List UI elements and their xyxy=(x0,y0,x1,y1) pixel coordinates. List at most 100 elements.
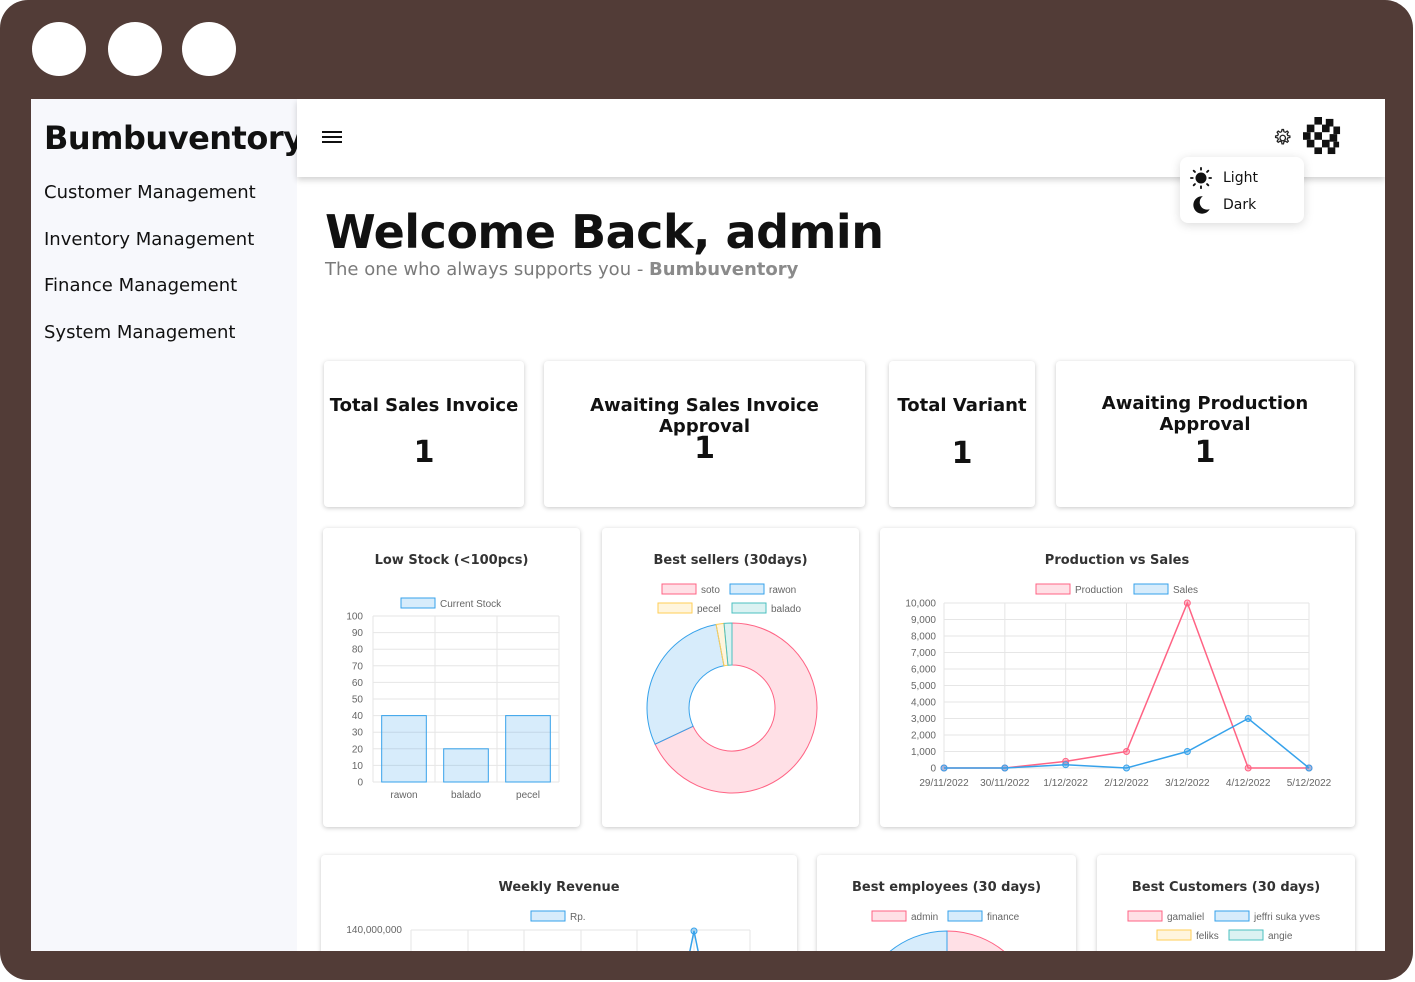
legend-swatch xyxy=(1214,910,1250,922)
legend-label: Current Stock xyxy=(440,599,502,610)
window-control-dot[interactable] xyxy=(108,22,162,76)
window-frame: Bumbuventory Customer Management Invento… xyxy=(0,0,1413,980)
legend-swatch xyxy=(871,910,907,922)
window-control-dot[interactable] xyxy=(32,22,86,76)
stat-card-total-variant: Total Variant 1 xyxy=(889,361,1035,507)
y-tick-label: 9,000 xyxy=(911,615,936,626)
y-tick-label: 70 xyxy=(352,661,364,672)
sidebar-item-customer-management[interactable]: Customer Management xyxy=(44,182,256,203)
x-tick-label: 29/11/2022 xyxy=(919,778,969,789)
stat-value: 1 xyxy=(413,435,435,470)
data-point xyxy=(1183,599,1191,607)
y-tick-label: 7,000 xyxy=(911,648,936,659)
legend-label: angie xyxy=(1268,931,1293,942)
theme-option-label: Dark xyxy=(1223,197,1257,213)
legend-swatch xyxy=(731,602,767,614)
brand-title: Bumbuventory xyxy=(44,119,304,157)
data-point xyxy=(1062,761,1070,769)
chart-card-best-sellers: Best sellers (30days) soto rawon pecel b… xyxy=(602,528,859,827)
stat-title: Awaiting Production Approval xyxy=(1101,393,1309,435)
data-point xyxy=(1001,764,1009,772)
hamburger-icon[interactable] xyxy=(322,131,342,147)
legend-label: balado xyxy=(771,604,801,615)
y-tick-label: 4,000 xyxy=(911,698,936,709)
y-tick-label: 140,000,000 xyxy=(346,925,402,936)
sidebar-item-system-management[interactable]: System Management xyxy=(44,322,235,343)
subtitle-brand: Bumbuventory xyxy=(649,259,799,280)
y-tick-label: 30 xyxy=(352,728,364,739)
data-point xyxy=(1244,715,1252,722)
x-tick-label: 30/11/2022 xyxy=(980,778,1030,789)
subtitle-text: The one who always supports you - xyxy=(325,259,650,280)
y-tick-label: 80 xyxy=(352,645,364,656)
x-tick-label: 2/12/2022 xyxy=(1104,778,1149,789)
donut-slice xyxy=(646,623,725,745)
y-tick-label: 90 xyxy=(352,628,364,639)
legend-label: Production xyxy=(1075,585,1123,596)
chart-title: Production vs Sales xyxy=(1045,553,1190,568)
y-tick-label: 5,000 xyxy=(911,681,936,692)
chart-card-best-customers: Best Customers (30 days) gamaliel jeffri… xyxy=(1097,855,1355,951)
y-tick-label: 6,000 xyxy=(911,665,936,676)
sidebar-item-finance-management[interactable]: Finance Management xyxy=(44,275,237,296)
sidebar-item-inventory-management[interactable]: Inventory Management xyxy=(44,229,254,250)
legend-label: Rp. xyxy=(570,912,586,923)
stat-title: Total Sales Invoice xyxy=(329,395,519,416)
stat-value: 1 xyxy=(951,436,973,471)
chart-card-weekly-revenue: Weekly Revenue Rp. 140,000,000 xyxy=(321,855,797,951)
y-tick-label: 8,000 xyxy=(911,632,936,643)
data-point xyxy=(1123,764,1130,772)
legend-label: soto xyxy=(701,585,720,596)
y-tick-label: 50 xyxy=(352,695,364,706)
x-tick-label: pecel xyxy=(516,790,540,801)
theme-option-label: Light xyxy=(1223,170,1258,186)
chart-card-best-employees: Best employees (30 days) admin finance xyxy=(817,855,1076,951)
legend-swatch xyxy=(661,583,697,595)
production-vs-sales-chart: Production vs Sales Production Sales 10,… xyxy=(905,553,1331,789)
bar xyxy=(381,715,427,783)
pie-slice xyxy=(946,930,1005,951)
data-point xyxy=(940,764,948,772)
legend-swatch xyxy=(657,602,693,614)
stat-card-total-sales-invoice: Total Sales Invoice 1 xyxy=(324,361,524,507)
bar xyxy=(505,715,551,783)
best-customers-chart: Best Customers (30 days) gamaliel jeffri… xyxy=(1127,880,1320,942)
data-point xyxy=(1305,764,1313,772)
theme-option-dark[interactable]: Dark xyxy=(1190,194,1256,216)
moon-icon xyxy=(1193,196,1210,214)
legend-swatch xyxy=(947,910,983,922)
y-tick-label: 10,000 xyxy=(905,599,936,610)
legend-label: jeffri suka yves xyxy=(1253,912,1320,923)
window-control-dot[interactable] xyxy=(182,22,236,76)
y-tick-label: 1,000 xyxy=(911,747,936,758)
app-viewport: Bumbuventory Customer Management Invento… xyxy=(31,99,1385,951)
sidebar: Bumbuventory Customer Management Invento… xyxy=(31,99,304,951)
legend-label: gamaliel xyxy=(1167,912,1204,923)
legend-swatch xyxy=(1133,583,1169,595)
y-tick-label: 100 xyxy=(346,612,363,623)
chart-title: Weekly Revenue xyxy=(498,880,619,895)
data-point xyxy=(690,927,698,935)
theme-option-light[interactable]: Light xyxy=(1190,167,1258,189)
data-point xyxy=(1183,748,1191,755)
chart-card-low-stock: Low Stock (<100pcs) Current Stock 100 90 8… xyxy=(323,528,580,827)
y-tick-label: 20 xyxy=(352,744,364,755)
legend-label: feliks xyxy=(1196,931,1219,942)
stat-value: 1 xyxy=(1194,435,1216,470)
x-tick-label: 1/12/2022 xyxy=(1043,778,1088,789)
page-title: Welcome Back, admin xyxy=(325,205,884,259)
legend-swatch xyxy=(1228,929,1264,941)
chart-card-production-vs-sales: Production vs Sales Production Sales 10,… xyxy=(880,528,1355,827)
gear-icon[interactable] xyxy=(1271,127,1293,149)
weekly-revenue-chart: Weekly Revenue Rp. 140,000,000 xyxy=(346,880,751,951)
data-point xyxy=(1244,764,1252,772)
y-tick-label: 0 xyxy=(930,764,936,775)
avatar[interactable] xyxy=(1303,117,1341,155)
legend-label: Sales xyxy=(1173,585,1198,596)
best-employees-chart: Best employees (30 days) admin finance xyxy=(852,880,1041,951)
chart-title: Best employees (30 days) xyxy=(852,880,1041,895)
x-tick-label: 4/12/2022 xyxy=(1226,778,1271,789)
stat-card-awaiting-sales-invoice-approval: Awaiting Sales Invoice Approval 1 xyxy=(544,361,865,507)
legend-swatch xyxy=(400,597,436,609)
y-tick-label: 0 xyxy=(357,778,363,789)
